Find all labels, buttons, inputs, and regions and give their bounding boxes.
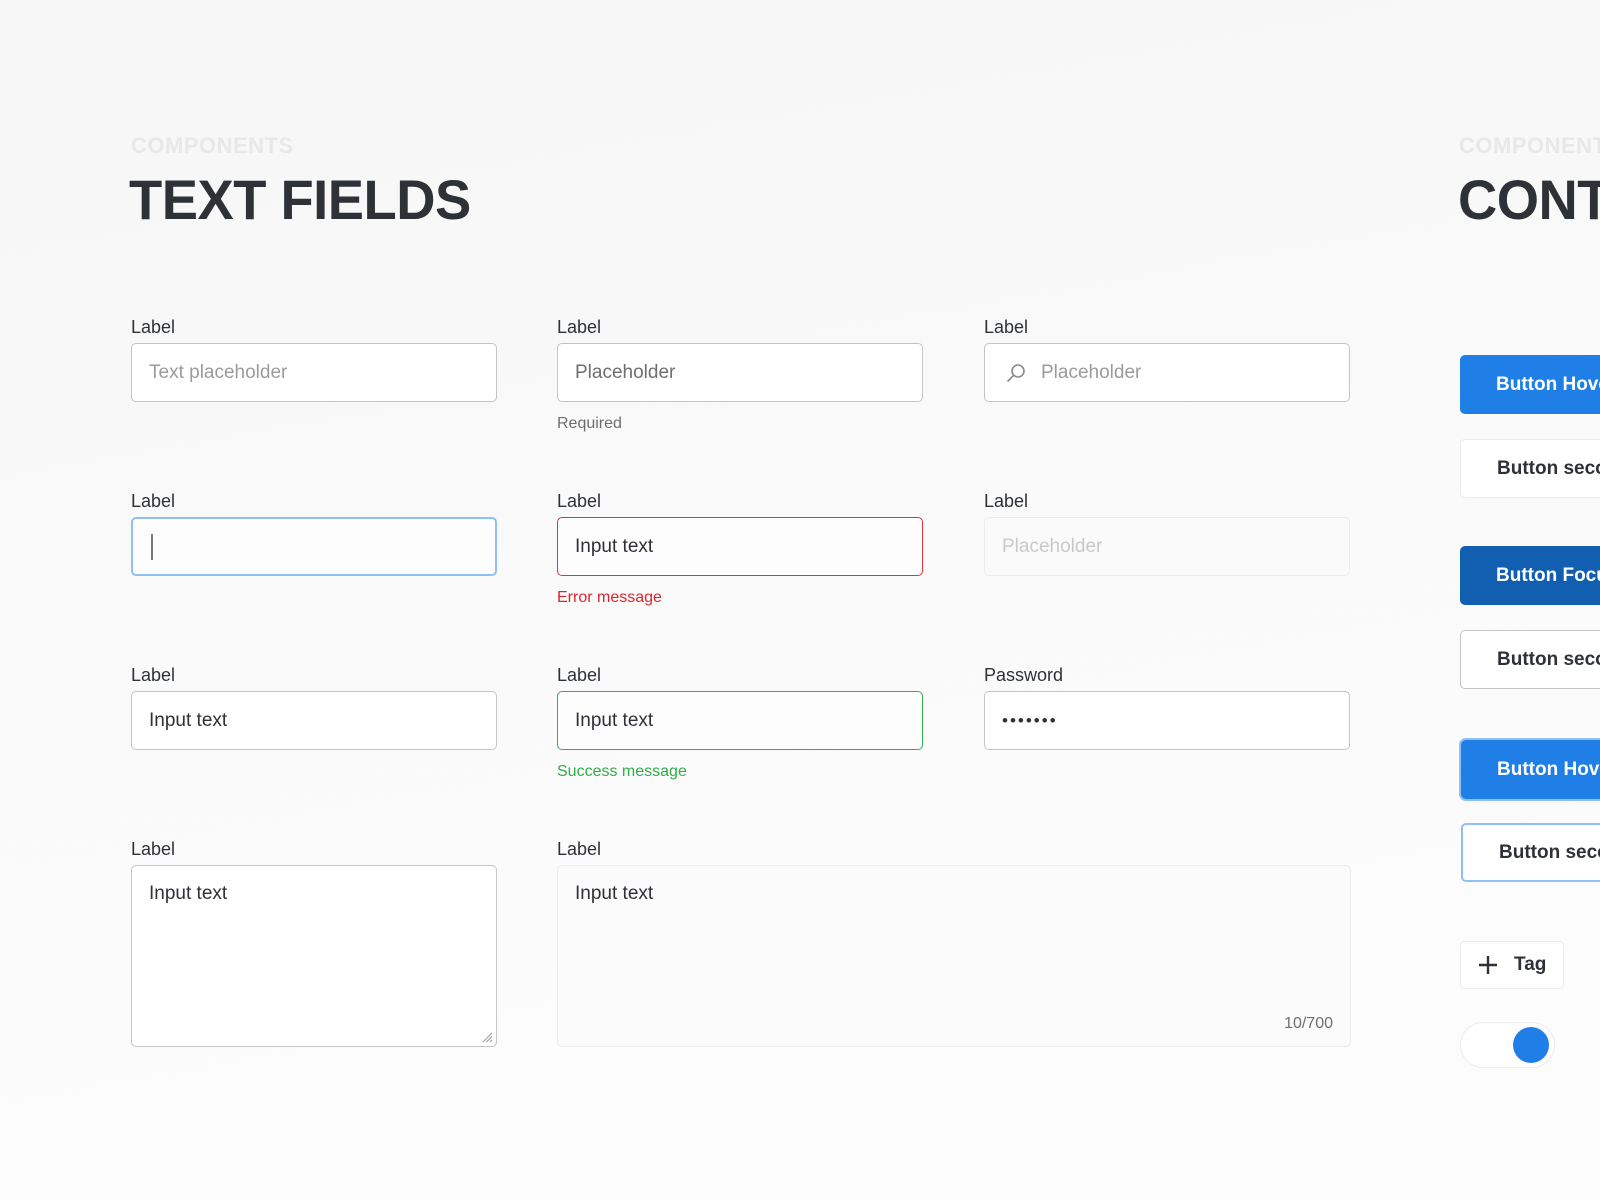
button-label: Button Hover bbox=[1496, 373, 1600, 395]
button-label: Button Hover bbox=[1497, 758, 1600, 780]
success-input[interactable]: Input text bbox=[557, 691, 923, 750]
toggle-knob[interactable] bbox=[1513, 1027, 1549, 1063]
search-icon bbox=[1007, 363, 1025, 382]
password-field-group: Password ••••••• bbox=[984, 664, 1350, 750]
disabled-input: Placeholder bbox=[984, 517, 1350, 576]
text-caret bbox=[151, 533, 153, 560]
success-field-group: Label Input text Success message bbox=[557, 664, 923, 782]
field-label: Label bbox=[131, 491, 176, 511]
search-field-group: Label Placeholder bbox=[984, 316, 1350, 402]
error-field-group: Label Input text Error message bbox=[557, 490, 923, 608]
input-value: Input text bbox=[149, 709, 228, 731]
input-value: Input text bbox=[575, 883, 654, 904]
text-input[interactable]: Text placeholder bbox=[131, 343, 497, 402]
field-label: Label bbox=[984, 491, 1029, 511]
field-label: Password bbox=[984, 665, 1064, 685]
textarea-input[interactable]: Input text bbox=[131, 865, 497, 1047]
button-label: Button secondary bbox=[1497, 457, 1600, 479]
error-input[interactable]: Input text bbox=[557, 517, 923, 576]
button-secondary[interactable]: Button secondary bbox=[1460, 439, 1600, 498]
field-label: Label bbox=[557, 665, 602, 685]
success-message: Success message bbox=[557, 763, 687, 780]
field-label: Label bbox=[131, 665, 176, 685]
password-input[interactable]: ••••••• bbox=[984, 691, 1350, 750]
textarea-counter-group: Label Input text 10/700 bbox=[557, 838, 1351, 1047]
button-label: Button secondary bbox=[1499, 841, 1600, 863]
textarea-with-counter[interactable]: Input text 10/700 bbox=[557, 865, 1351, 1047]
button-primary-focus-ring[interactable]: Button Hover bbox=[1461, 740, 1600, 799]
field-label: Label bbox=[131, 839, 176, 859]
button-primary-focus[interactable]: Button Focus bbox=[1460, 546, 1600, 605]
input-placeholder: Placeholder bbox=[1041, 361, 1142, 383]
filled-field-group: Label Input text bbox=[131, 664, 497, 750]
textarea-group: Label Input text bbox=[131, 838, 497, 1047]
required-field-group: Label Placeholder Required bbox=[557, 316, 923, 434]
input-placeholder: Placeholder bbox=[575, 361, 676, 383]
focused-input[interactable] bbox=[131, 517, 497, 576]
field-label: Label bbox=[557, 839, 602, 859]
button-primary-hover[interactable]: Button Hover bbox=[1460, 355, 1600, 414]
field-label: Label bbox=[557, 491, 602, 511]
basic-field-group: Label Text placeholder bbox=[131, 316, 497, 402]
required-input[interactable]: Placeholder bbox=[557, 343, 923, 402]
focused-field-group: Label bbox=[131, 490, 497, 576]
input-placeholder: Text placeholder bbox=[149, 361, 288, 383]
toggle-switch[interactable] bbox=[1460, 1022, 1555, 1068]
field-label: Label bbox=[984, 317, 1029, 337]
controls-eyebrow: COMPONENTS bbox=[1459, 133, 1600, 158]
password-value: ••••••• bbox=[1002, 710, 1058, 730]
page-title: TEXT FIELDS bbox=[129, 168, 471, 231]
button-secondary-focus-ring[interactable]: Button secondary bbox=[1461, 823, 1600, 882]
error-message: Error message bbox=[557, 589, 662, 606]
controls-title: CONTROLS bbox=[1458, 168, 1600, 231]
section-eyebrow: COMPONENTS bbox=[131, 133, 294, 158]
resize-handle-icon[interactable] bbox=[481, 1031, 493, 1043]
required-helper-text: Required bbox=[557, 415, 622, 432]
character-counter: 10/700 bbox=[1284, 1015, 1333, 1032]
button-secondary-outline[interactable]: Button secondary bbox=[1460, 630, 1600, 689]
add-tag-button[interactable]: Tag bbox=[1460, 941, 1565, 989]
input-value: Input text bbox=[575, 535, 654, 557]
field-label: Label bbox=[131, 317, 176, 337]
button-label: Button secondary bbox=[1497, 648, 1600, 670]
input-value: Input text bbox=[149, 883, 228, 904]
field-label: Label bbox=[557, 317, 602, 337]
disabled-field-group: Label Placeholder bbox=[984, 490, 1350, 576]
input-value: Input text bbox=[575, 709, 654, 731]
tag-label: Tag bbox=[1514, 954, 1547, 975]
input-placeholder: Placeholder bbox=[1002, 535, 1103, 557]
button-label: Button Focus bbox=[1496, 564, 1600, 586]
filled-input[interactable]: Input text bbox=[131, 691, 497, 750]
plus-icon bbox=[1479, 956, 1497, 974]
search-input[interactable]: Placeholder bbox=[984, 343, 1350, 402]
